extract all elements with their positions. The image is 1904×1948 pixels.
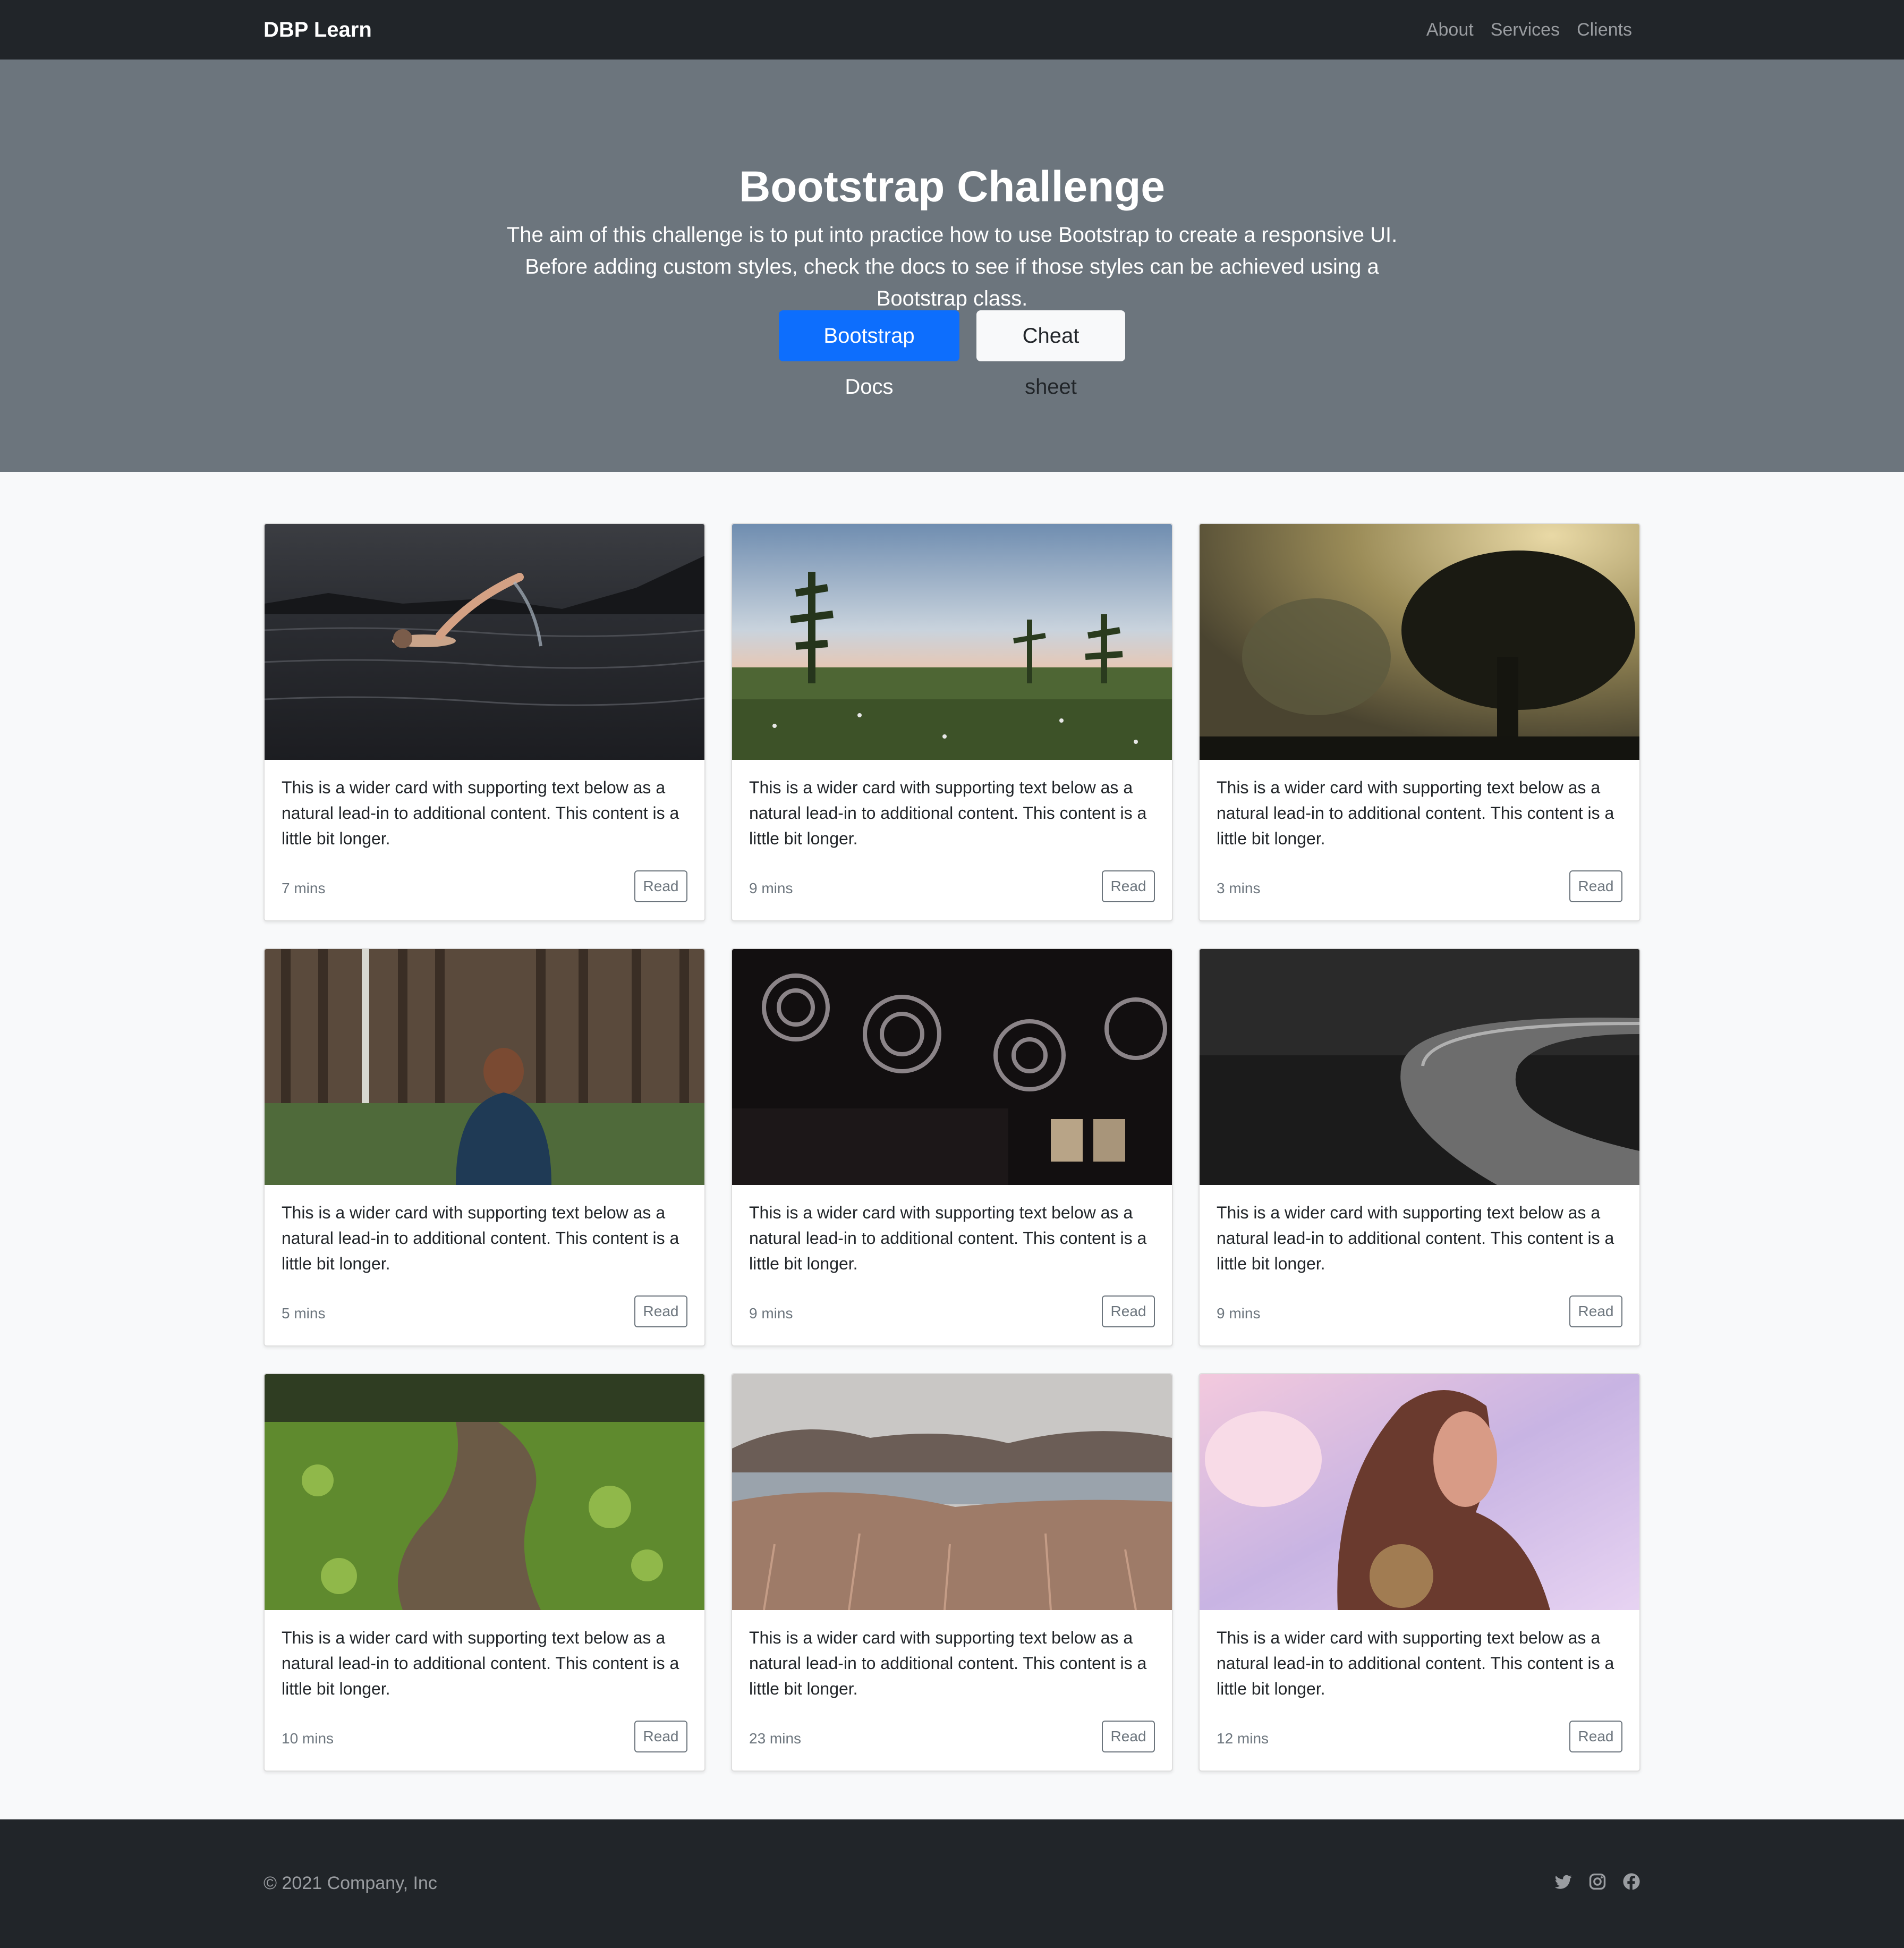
read-button[interactable]: Read — [1569, 870, 1622, 902]
hero-buttons: Bootstrap Docs Cheat sheet — [0, 310, 1904, 399]
navbar: DBP Learn About Services Clients — [0, 0, 1904, 60]
card-text: This is a wider card with supporting tex… — [1217, 778, 1614, 848]
card: This is a wider card with supporting tex… — [1198, 1373, 1640, 1772]
card-image-fog-trees — [1200, 524, 1639, 760]
card-image-woman-sunlight — [1200, 1374, 1639, 1610]
card-text: This is a wider card with supporting tex… — [282, 778, 679, 848]
card: This is a wider card with supporting tex… — [1198, 948, 1640, 1346]
card-text: This is a wider card with supporting tex… — [749, 778, 1147, 848]
card-image-swimmer — [265, 524, 704, 760]
card: This is a wider card with supporting tex… — [1198, 523, 1640, 921]
card-read-time: 7 mins — [282, 880, 326, 896]
copyright-text: © 2021 Company, Inc — [264, 1873, 437, 1893]
card-image-lake-hills — [732, 1374, 1172, 1610]
card-read-time: 12 mins — [1217, 1730, 1269, 1747]
nav-links: About Services Clients — [1426, 16, 1632, 44]
card-text: This is a wider card with supporting tex… — [749, 1203, 1147, 1273]
brand-logo[interactable]: DBP Learn — [264, 16, 372, 44]
read-button[interactable]: Read — [1569, 1721, 1622, 1752]
cheat-sheet-button[interactable]: Cheat sheet — [976, 310, 1125, 399]
card-read-time: 9 mins — [749, 880, 793, 896]
card: This is a wider card with supporting tex… — [731, 948, 1173, 1346]
hero-description: The aim of this challenge is to put into… — [506, 223, 1398, 310]
read-button[interactable]: Read — [1102, 1295, 1155, 1327]
card-read-time: 3 mins — [1217, 880, 1261, 896]
nav-link-clients[interactable]: Clients — [1577, 16, 1632, 44]
read-button[interactable]: Read — [634, 1295, 687, 1327]
nav-link-services[interactable]: Services — [1491, 16, 1560, 44]
hero-title: Bootstrap Challenge — [739, 163, 1165, 211]
card-read-time: 10 mins — [282, 1730, 334, 1747]
card-read-time: 9 mins — [1217, 1305, 1261, 1322]
twitter-icon[interactable] — [1554, 1873, 1572, 1891]
card-text: This is a wider card with supporting tex… — [1217, 1628, 1614, 1698]
read-button[interactable]: Read — [634, 1721, 687, 1752]
footer: © 2021 Company, Inc — [0, 1819, 1904, 1948]
card-grid: This is a wider card with supporting tex… — [264, 523, 1640, 1772]
read-button[interactable]: Read — [1102, 870, 1155, 902]
card-text: This is a wider card with supporting tex… — [282, 1628, 679, 1698]
card-read-time: 9 mins — [749, 1305, 793, 1322]
social-links — [1554, 1873, 1640, 1891]
card: This is a wider card with supporting tex… — [264, 523, 706, 921]
read-button[interactable]: Read — [1569, 1295, 1622, 1327]
card: This is a wider card with supporting tex… — [731, 1373, 1173, 1772]
read-button[interactable]: Read — [634, 870, 687, 902]
card-image-moss-path — [265, 1374, 704, 1610]
instagram-icon[interactable] — [1588, 1873, 1606, 1891]
read-button[interactable]: Read — [1102, 1721, 1155, 1752]
bootstrap-docs-button[interactable]: Bootstrap Docs — [779, 310, 959, 399]
card-read-time: 5 mins — [282, 1305, 326, 1322]
card: This is a wider card with supporting tex… — [264, 948, 706, 1346]
nav-link-about[interactable]: About — [1426, 16, 1474, 44]
card-read-time: 23 mins — [749, 1730, 802, 1747]
card-text: This is a wider card with supporting tex… — [282, 1203, 679, 1273]
hero-section: Bootstrap Challenge The aim of this chal… — [0, 60, 1904, 472]
card-image-cameras — [732, 949, 1172, 1185]
card-image-road — [1200, 949, 1639, 1185]
card-text: This is a wider card with supporting tex… — [1217, 1203, 1614, 1273]
card: This is a wider card with supporting tex… — [731, 523, 1173, 921]
card-image-forest-person — [265, 949, 704, 1185]
facebook-icon[interactable] — [1622, 1873, 1640, 1891]
card-image-meadow — [732, 524, 1172, 760]
card: This is a wider card with supporting tex… — [264, 1373, 706, 1772]
card-text: This is a wider card with supporting tex… — [749, 1628, 1147, 1698]
